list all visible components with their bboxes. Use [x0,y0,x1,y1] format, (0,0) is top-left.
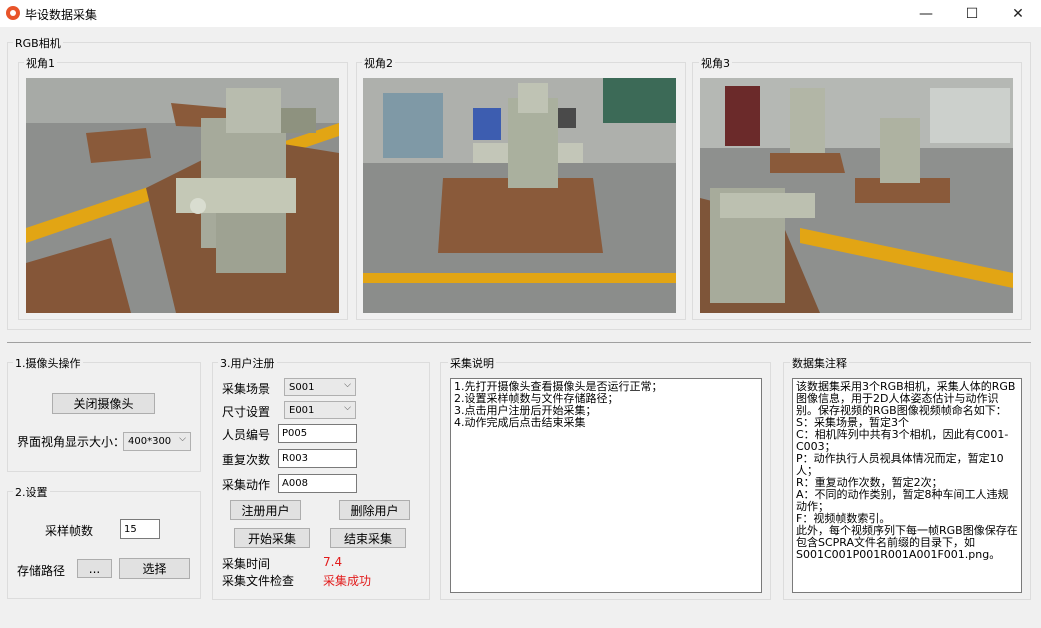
size-value: E001 [289,404,315,416]
size-select[interactable]: E001 ⌵ [284,401,356,419]
frame-rate-label: 采样帧数 [45,524,94,538]
capture-time-label: 采集时间 [222,557,271,571]
dataset-notes-text: 该数据集采用3个RGB相机，采集人体的RGB图像信息，用于2D人体姿态估计与动作… [792,378,1022,593]
view3-title: 视角3 [699,55,732,71]
file-check-value: 采集成功 [323,574,372,588]
section-divider [7,342,1031,343]
chevron-down-icon: ⌵ [344,380,351,390]
user-register-title: 3.用户注册 [218,355,277,371]
camera-ops-group [7,362,201,472]
settings-title: 2.设置 [13,484,50,500]
window-title: 毕设数据采集 [25,8,98,22]
repeat-input[interactable]: R003 [278,449,357,468]
chevron-down-icon: ⌵ [179,434,186,444]
view3-image [700,78,1013,313]
view1-title: 视角1 [24,55,57,71]
frame-rate-input[interactable]: 15 [120,519,160,539]
view-size-select[interactable]: 400*300 ⌵ [123,432,191,451]
chevron-down-icon: ⌵ [344,403,351,413]
storage-path-label: 存储路径 [17,564,66,578]
title-bar: 毕设数据采集 — ☐ ✕ [0,0,1041,27]
stop-capture-button[interactable]: 结束采集 [330,528,406,548]
minimize-button[interactable]: — [903,0,949,27]
person-id-input[interactable]: P005 [278,424,357,443]
action-input[interactable]: A008 [278,474,357,493]
settings-group [7,491,201,599]
instructions-title: 采集说明 [448,355,496,371]
person-id-label: 人员编号 [222,428,271,442]
rgb-camera-title: RGB相机 [13,35,63,51]
dataset-notes-title: 数据集注释 [790,355,849,371]
repeat-label: 重复次数 [222,453,271,467]
view2-title: 视角2 [362,55,395,71]
register-user-button[interactable]: 注册用户 [230,500,301,520]
scene-value: S001 [289,381,315,393]
camera-ops-title: 1.摄像头操作 [13,355,83,371]
capture-time-value: 7.4 [323,555,343,569]
view-size-label: 界面视角显示大小： [17,435,126,449]
start-capture-button[interactable]: 开始采集 [234,528,310,548]
scene-select[interactable]: S001 ⌵ [284,378,356,396]
app-icon [6,6,20,20]
view2-image [363,78,676,313]
instructions-text: 1.先打开摄像头查看摄像头是否运行正常； 2.设置采样帧数与文件存储路径； 3.… [450,378,762,593]
view1-image [26,78,339,313]
delete-user-button[interactable]: 删除用户 [339,500,410,520]
maximize-button[interactable]: ☐ [949,0,995,27]
action-label: 采集动作 [222,478,271,492]
browse-button[interactable]: ... [77,559,112,578]
view-size-value: 400*300 [128,436,172,447]
file-check-label: 采集文件检查 [222,574,295,588]
close-button[interactable]: ✕ [995,0,1041,27]
size-label: 尺寸设置 [222,405,271,419]
close-camera-button[interactable]: 关闭摄像头 [52,393,155,414]
scene-label: 采集场景 [222,382,271,396]
select-path-button[interactable]: 选择 [119,558,190,579]
